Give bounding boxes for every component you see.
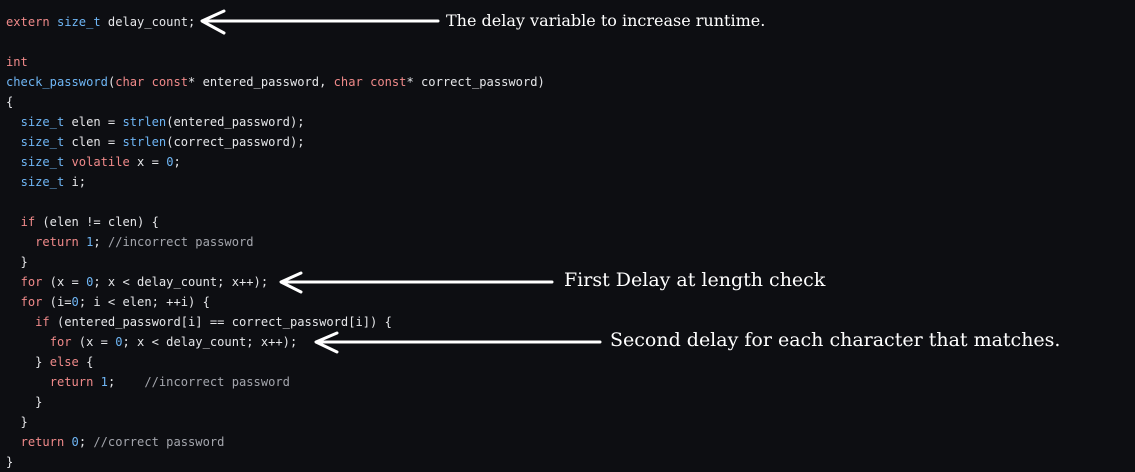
arrow-second-delay-icon: [314, 331, 602, 354]
annotation-delay-variable: The delay variable to increase runtime.: [446, 11, 766, 30]
annotation-second-delay: Second delay for each character that mat…: [610, 329, 1061, 351]
annotation-first-delay: First Delay at length check: [564, 269, 826, 291]
